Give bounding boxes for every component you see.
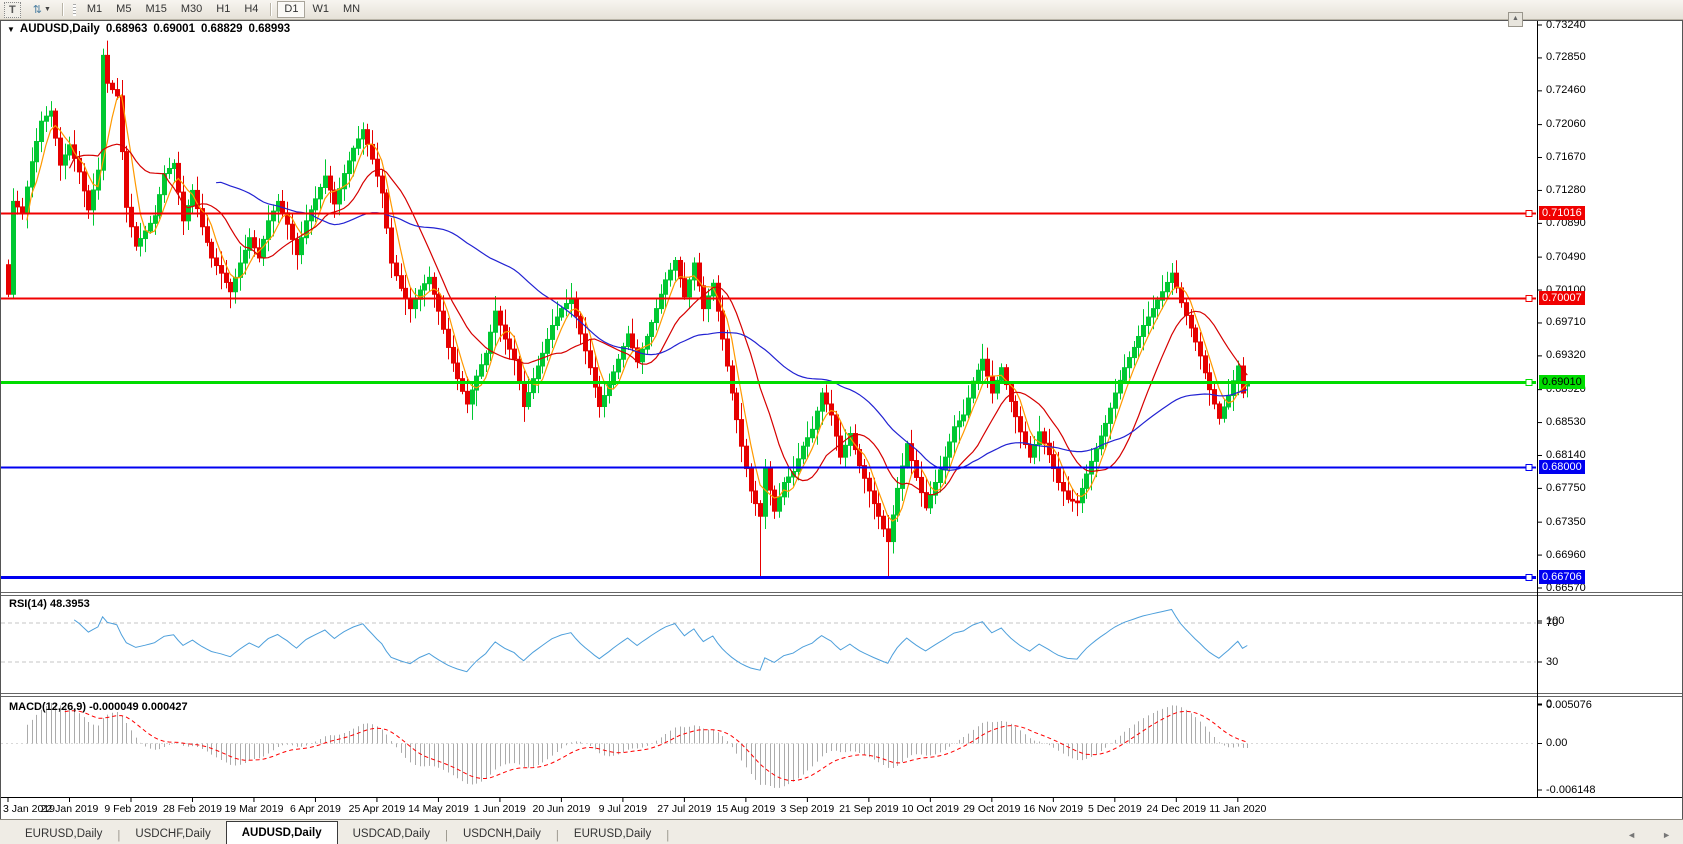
macd-tick-label: 0.005076 [1546, 699, 1592, 711]
price-tick-label: 0.68140 [1546, 449, 1586, 461]
ohlc-open: 0.68963 [106, 23, 148, 35]
timeframe-button-m15[interactable]: M15 [138, 1, 173, 18]
price-tick-label: 0.73240 [1546, 19, 1586, 31]
price-tick-label: 0.70490 [1546, 251, 1586, 263]
price-tick-label: 0.71670 [1546, 151, 1586, 163]
chart-mode-button[interactable]: ⇅ ▼ [28, 2, 56, 18]
timeframe-button-m1[interactable]: M1 [80, 1, 109, 18]
price-level-badge: 0.71016 [1539, 206, 1585, 220]
date-tick-label: 6 Apr 2019 [290, 803, 341, 815]
toolbar-separator [270, 3, 272, 16]
timeframe-button-h1[interactable]: H1 [209, 1, 237, 18]
ohlc-high: 0.69001 [153, 23, 195, 35]
date-tick-label: 5 Dec 2019 [1088, 803, 1142, 815]
chart-tab-eurusd-daily[interactable]: EURUSD,Daily [559, 824, 666, 844]
ohlc-close: 0.68993 [249, 23, 291, 35]
date-tick-label: 25 Apr 2019 [349, 803, 406, 815]
moving-averages [27, 95, 1247, 521]
timeframe-button-m5[interactable]: M5 [109, 1, 138, 18]
price-tick-label: 0.72850 [1546, 51, 1586, 63]
scroll-up-button[interactable]: ▲ [1508, 12, 1523, 27]
tab-scroll-left-icon[interactable]: ◄ [1627, 830, 1636, 840]
chart-title: ▼ AUDUSD,Daily 0.68963 0.69001 0.68829 0.6899… [7, 23, 290, 35]
candlestick-mode-icon: ⇅ [33, 3, 42, 17]
price-tick-label: 0.69710 [1546, 316, 1586, 328]
price-tick-label: 0.72060 [1546, 118, 1586, 130]
date-tick-label: 9 Jul 2019 [599, 803, 647, 815]
timeframe-button-mn[interactable]: MN [336, 1, 367, 18]
date-tick-label: 28 Feb 2019 [163, 803, 222, 815]
toolbar: T ⇅ ▼ M1M5M15M30H1H4 D1W1MN [0, 0, 1683, 20]
macd-indicator-label: MACD(12,26,9) -0.000049 0.000427 [9, 701, 188, 713]
horizontal-level-lines[interactable] [1, 211, 1536, 581]
timeframe-button-d1[interactable]: D1 [277, 1, 305, 18]
chart-tab-usdcad-daily[interactable]: USDCAD,Daily [338, 824, 445, 844]
price-level-badge: 0.70007 [1539, 291, 1585, 305]
date-tick-label: 14 May 2019 [408, 803, 469, 815]
price-tick-label: 0.66960 [1546, 549, 1586, 561]
price-tick-label: 0.67750 [1546, 482, 1586, 494]
timeframe-button-m30[interactable]: M30 [174, 1, 209, 18]
chart-window: ▲ ▼AUDUSD,Daily0.689630.690010.688290.68… [0, 20, 1683, 819]
rsi-tick-label: 70 [1546, 617, 1558, 629]
macd-signal-line [65, 711, 1248, 781]
price-tick-label: 0.71280 [1546, 184, 1586, 196]
date-tick-label: 3 Sep 2019 [781, 803, 835, 815]
rsi-tick-label: 30 [1546, 656, 1558, 668]
date-tick-label: 27 Jul 2019 [657, 803, 711, 815]
panel-frame [0, 20, 1683, 819]
date-tick-label: 22 Jan 2019 [41, 803, 99, 815]
macd-tick-label: 0.00 [1546, 737, 1567, 749]
chart-tab-usdchf-daily[interactable]: USDCHF,Daily [120, 824, 225, 844]
toolbar-separator [62, 3, 64, 16]
date-tick-label: 15 Aug 2019 [716, 803, 775, 815]
trading-terminal-window: T ⇅ ▼ M1M5M15M30H1H4 D1W1MN ▲ ▼ AUDUSD,Dai… [0, 0, 1683, 844]
macd-tick-label: -0.006148 [1546, 784, 1596, 796]
ma-45-line [216, 182, 1247, 470]
candlestick-series [7, 41, 1250, 577]
price-level-badge: 0.68000 [1539, 460, 1585, 474]
date-tick-label: 11 Jan 2020 [1209, 803, 1266, 815]
date-tick-label: 19 Mar 2019 [224, 803, 283, 815]
date-tick-label: 9 Feb 2019 [104, 803, 157, 815]
tab-scroll-right-icon[interactable]: ► [1662, 830, 1671, 840]
chart-canvas[interactable] [0, 20, 1683, 819]
price-tick-label: 0.69320 [1546, 349, 1586, 361]
chart-tab-eurusd-daily[interactable]: EURUSD,Daily [10, 824, 117, 844]
ma-5-line [27, 95, 1247, 521]
date-tick-label: 16 Nov 2019 [1024, 803, 1084, 815]
price-tick-label: 0.68530 [1546, 416, 1586, 428]
collapse-chart-icon[interactable]: ▼ [7, 25, 15, 34]
text-tool-button[interactable]: T [4, 2, 21, 18]
price-level-badge: 0.66706 [1539, 570, 1585, 584]
ohlc-low: 0.68829 [201, 23, 243, 35]
chart-tab-bar: EURUSD,Daily|USDCHF,DailyAUDUSD,DailyUSD… [0, 819, 1683, 844]
date-tick-label: 20 Jun 2019 [533, 803, 591, 815]
rsi-series [1, 610, 1536, 672]
date-tick-label: 10 Oct 2019 [902, 803, 959, 815]
chart-tab-audusd-daily[interactable]: AUDUSD,Daily [226, 821, 338, 844]
chevron-down-icon: ▼ [44, 3, 51, 17]
price-tick-label: 0.67350 [1546, 516, 1586, 528]
macd-series [1, 703, 1536, 788]
tab-separator: | [666, 830, 669, 842]
price-tick-label: 0.72460 [1546, 84, 1586, 96]
timeframe-button-h4[interactable]: H4 [237, 1, 265, 18]
date-tick-label: 1 Jun 2019 [474, 803, 526, 815]
price-level-badge: 0.69010 [1539, 375, 1585, 389]
toolbar-grip[interactable] [73, 4, 76, 16]
chart-tab-usdcnh-daily[interactable]: USDCNH,Daily [448, 824, 556, 844]
timeframe-button-w1[interactable]: W1 [305, 1, 336, 18]
date-tick-label: 29 Oct 2019 [963, 803, 1020, 815]
rsi-indicator-label: RSI(14) 48.3953 [9, 598, 90, 610]
timeframe-button-group: M1M5M15M30H1H4 D1W1MN [80, 1, 367, 18]
symbol-label: AUDUSD,Daily [20, 23, 100, 35]
date-tick-label: 21 Sep 2019 [839, 803, 899, 815]
date-tick-label: 24 Dec 2019 [1147, 803, 1207, 815]
